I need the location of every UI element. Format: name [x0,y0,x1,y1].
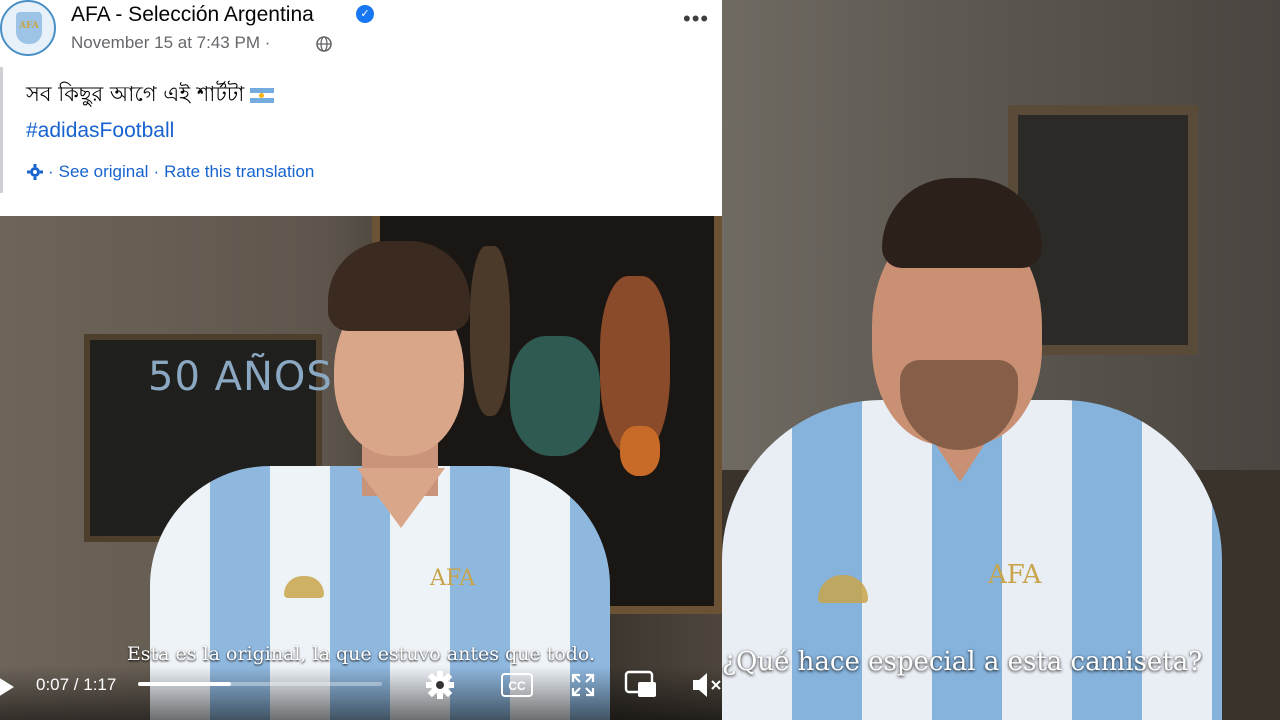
expand-icon[interactable] [570,672,596,698]
rate-translation-link[interactable]: Rate this translation [164,162,314,182]
svg-text:CC: CC [508,679,526,693]
play-icon[interactable] [0,677,14,697]
mute-icon[interactable] [690,670,722,700]
chalkboard-text: 50 AÑOS [148,354,333,400]
afa-badge-icon: AFA [430,566,476,591]
video-subtitle: ¿Qué hace especial a esta camiseta? [722,647,1203,677]
video-player-left[interactable]: 50 AÑOS AFA Esta es la original, la que … [0,216,722,720]
afa-crest-icon: AFA [16,12,42,44]
video-frame-right: AFA ¿Qué hace especial a esta camiseta? [722,0,1280,720]
meta-separator: · [264,33,271,52]
argentina-flag-icon [250,87,275,103]
facebook-post: AFA AFA - Selección Argentina ✓ November… [0,0,722,216]
cc-icon[interactable]: CC [500,672,534,698]
post-text: সব কিছুর আগে এই শার্টটা [26,78,275,113]
hashtag-link[interactable]: #adidasFootball [26,119,174,143]
progress-fill [138,682,231,686]
video-time: 0:07 / 1:17 [36,675,117,694]
quote-bar [0,67,3,193]
bottle [620,426,660,476]
verified-icon: ✓ [356,5,374,23]
post-timestamp[interactable]: November 15 at 7:43 PM · [71,33,270,53]
globe-icon [316,36,332,52]
afa-badge-icon: AFA [988,560,1042,590]
left-panel: AFA AFA - Selección Argentina ✓ November… [0,0,722,720]
translation-separator-2: · [153,162,160,181]
progress-bar[interactable] [138,682,382,686]
post-text-content: সব কিছুর আগে এই শার্টটা [26,82,245,106]
see-original-link[interactable]: See original [59,162,149,182]
translation-row: · See original · Rate this translation [26,162,319,182]
video-subtitle: Esta es la original, la que estuvo antes… [126,643,596,665]
picture-in-picture-icon[interactable] [624,670,658,700]
timestamp-text[interactable]: November 15 at 7:43 PM [71,33,260,52]
gear-icon[interactable] [26,163,44,181]
translation-separator: · [48,162,54,181]
jersey-collar [357,468,445,528]
gear-icon[interactable] [424,669,456,701]
page-avatar[interactable]: AFA [0,0,56,56]
page-name[interactable]: AFA - Selección Argentina [71,3,314,27]
more-options-icon[interactable]: ••• [683,8,709,30]
hair [328,241,470,331]
bottle [510,336,600,456]
avatar-text: AFA [19,21,39,31]
bottle [470,246,510,416]
